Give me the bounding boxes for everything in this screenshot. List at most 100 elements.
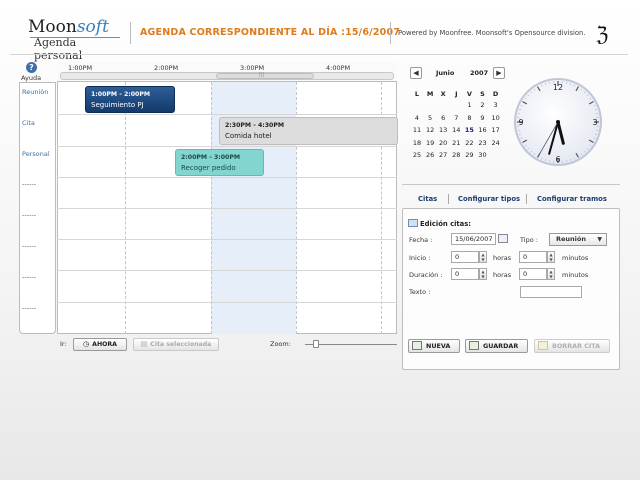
- calendar-day[interactable]: 15: [463, 126, 475, 134]
- row-label-empty: ------: [22, 273, 37, 281]
- timeline-scroll-thumb[interactable]: [216, 72, 314, 79]
- duration-minutes-stepper[interactable]: ▲ ▼: [547, 268, 555, 280]
- calendar-day[interactable]: 3: [490, 101, 502, 109]
- new-appointment-button[interactable]: NUEVA: [408, 339, 460, 353]
- event-title: Seguimiento PJ: [91, 101, 144, 109]
- calendar-day[interactable]: 8: [463, 114, 475, 122]
- calendar-day[interactable]: 30: [477, 151, 489, 159]
- calendar-day[interactable]: 19: [424, 139, 436, 147]
- logo-subtitle: Agenda personal: [34, 36, 83, 62]
- calendar-day[interactable]: 7: [450, 114, 462, 122]
- calendar-day[interactable]: 24: [490, 139, 502, 147]
- grid-row-line: [57, 146, 397, 147]
- duration-hours-field[interactable]: 0: [451, 268, 479, 280]
- zoom-slider-handle[interactable]: [313, 340, 319, 348]
- header-divider: [390, 22, 391, 44]
- delete-appointment-button[interactable]: BORRAR CITA: [534, 339, 610, 353]
- weekday-header: V: [466, 90, 472, 98]
- calendar-day[interactable]: 13: [437, 126, 449, 134]
- calendar-day[interactable]: 11: [411, 126, 423, 134]
- calendar-day[interactable]: 10: [490, 114, 502, 122]
- event-card[interactable]: 2:00PM - 3:00PM Recoger pedido: [175, 149, 264, 176]
- selected-appointment-button[interactable]: ▤ Cita seleccionada: [133, 338, 219, 351]
- calendar-picker-icon[interactable]: [498, 234, 508, 243]
- calendar-day[interactable]: 28: [450, 151, 462, 159]
- row-label-reunion: Reunión: [22, 88, 49, 96]
- event-time: 2:00PM - 3:00PM: [181, 154, 241, 161]
- duration-minutes-field[interactable]: 0: [519, 268, 547, 280]
- weekday-header: J: [455, 90, 458, 98]
- type-select[interactable]: Reunión ▼: [549, 233, 607, 246]
- row-label-empty: ------: [22, 211, 37, 219]
- now-button-label: AHORA: [92, 341, 117, 348]
- event-card[interactable]: 2:30PM - 4:30PM Comida hotel: [219, 117, 398, 145]
- save-button[interactable]: GUARDAR: [465, 339, 528, 353]
- help-icon[interactable]: ?: [26, 62, 37, 73]
- pencil-icon: [538, 341, 548, 350]
- calendar-day[interactable]: 21: [450, 139, 462, 147]
- row-label-empty: ------: [22, 242, 37, 250]
- go-to-label: Ir:: [60, 340, 67, 348]
- start-hours-stepper[interactable]: ▲ ▼: [479, 251, 487, 263]
- help-label[interactable]: Ayuda: [21, 74, 41, 82]
- duration-hours-stepper[interactable]: ▲ ▼: [479, 268, 487, 280]
- text-field[interactable]: [520, 286, 582, 298]
- powered-by-text: Powered by Moonfree. Moonsoft's Opensour…: [398, 29, 586, 37]
- calendar-day[interactable]: 22: [463, 139, 475, 147]
- duration-label: Duración :: [409, 271, 443, 279]
- clock-number: 6: [555, 155, 560, 164]
- new-icon: [412, 341, 422, 350]
- type-select-value: Reunión: [556, 235, 586, 243]
- calendar-day[interactable]: 16: [477, 126, 489, 134]
- calendar-day[interactable]: 5: [424, 114, 436, 122]
- calendar-day[interactable]: 1: [463, 101, 475, 109]
- grid-row-line: [57, 208, 397, 209]
- calendar-icon: ▤: [140, 340, 148, 348]
- header-divider: [130, 22, 131, 44]
- calendar-day[interactable]: 4: [411, 114, 423, 122]
- event-title: Comida hotel: [225, 132, 272, 140]
- row-label-cita: Cita: [22, 119, 35, 127]
- calendar-day[interactable]: 17: [490, 126, 502, 134]
- event-title: Recoger pedido: [181, 164, 236, 172]
- grid-row-line: [57, 270, 397, 271]
- now-button[interactable]: ◷ AHORA: [73, 338, 127, 351]
- grid-row-line: [57, 114, 397, 115]
- calendar-day[interactable]: 6: [437, 114, 449, 122]
- grid-row-line: [57, 177, 397, 178]
- tab-citas[interactable]: Citas: [418, 195, 437, 203]
- calendar-day[interactable]: 29: [463, 151, 475, 159]
- calendar-day[interactable]: 26: [424, 151, 436, 159]
- row-label-empty: ------: [22, 304, 37, 312]
- calendar-day[interactable]: 27: [437, 151, 449, 159]
- calendar-day[interactable]: 9: [477, 114, 489, 122]
- clock-center: [556, 120, 560, 124]
- tab-configurar-tipos[interactable]: Configurar tipos: [458, 195, 520, 203]
- time-label: 3:00PM: [240, 64, 265, 72]
- page-title: AGENDA CORRESPONDIENTE AL DÍA :15/6/2007: [140, 27, 401, 38]
- grid-row-line: [57, 239, 397, 240]
- calendar-day[interactable]: 14: [450, 126, 462, 134]
- time-label: 4:00PM: [326, 64, 351, 72]
- tab-divider: [448, 194, 449, 204]
- tab-configurar-tramos[interactable]: Configurar tramos: [537, 195, 607, 203]
- edit-appointment-icon: [408, 219, 418, 227]
- analog-clock: 12 3 6 9: [514, 78, 602, 166]
- date-field[interactable]: 15/06/2007: [451, 233, 496, 245]
- start-minutes-stepper[interactable]: ▲ ▼: [547, 251, 555, 263]
- calendar-day[interactable]: 2: [477, 101, 489, 109]
- event-card[interactable]: 1:00PM - 2:00PM Seguimiento PJ: [85, 86, 175, 113]
- event-time: 2:30PM - 4:30PM: [225, 122, 285, 129]
- time-label: 2:00PM: [154, 64, 179, 72]
- calendar-day[interactable]: 20: [437, 139, 449, 147]
- calendar-day[interactable]: 12: [424, 126, 436, 134]
- clock-number: 9: [518, 118, 523, 127]
- calendar-day[interactable]: 18: [411, 139, 423, 147]
- chevron-down-icon: ▼: [597, 236, 602, 243]
- start-hours-field[interactable]: 0: [451, 251, 479, 263]
- calendar-day[interactable]: 25: [411, 151, 423, 159]
- logo-divider: [30, 37, 120, 38]
- date-label: Fecha :: [409, 236, 433, 244]
- calendar-day[interactable]: 23: [477, 139, 489, 147]
- start-minutes-field[interactable]: 0: [519, 251, 547, 263]
